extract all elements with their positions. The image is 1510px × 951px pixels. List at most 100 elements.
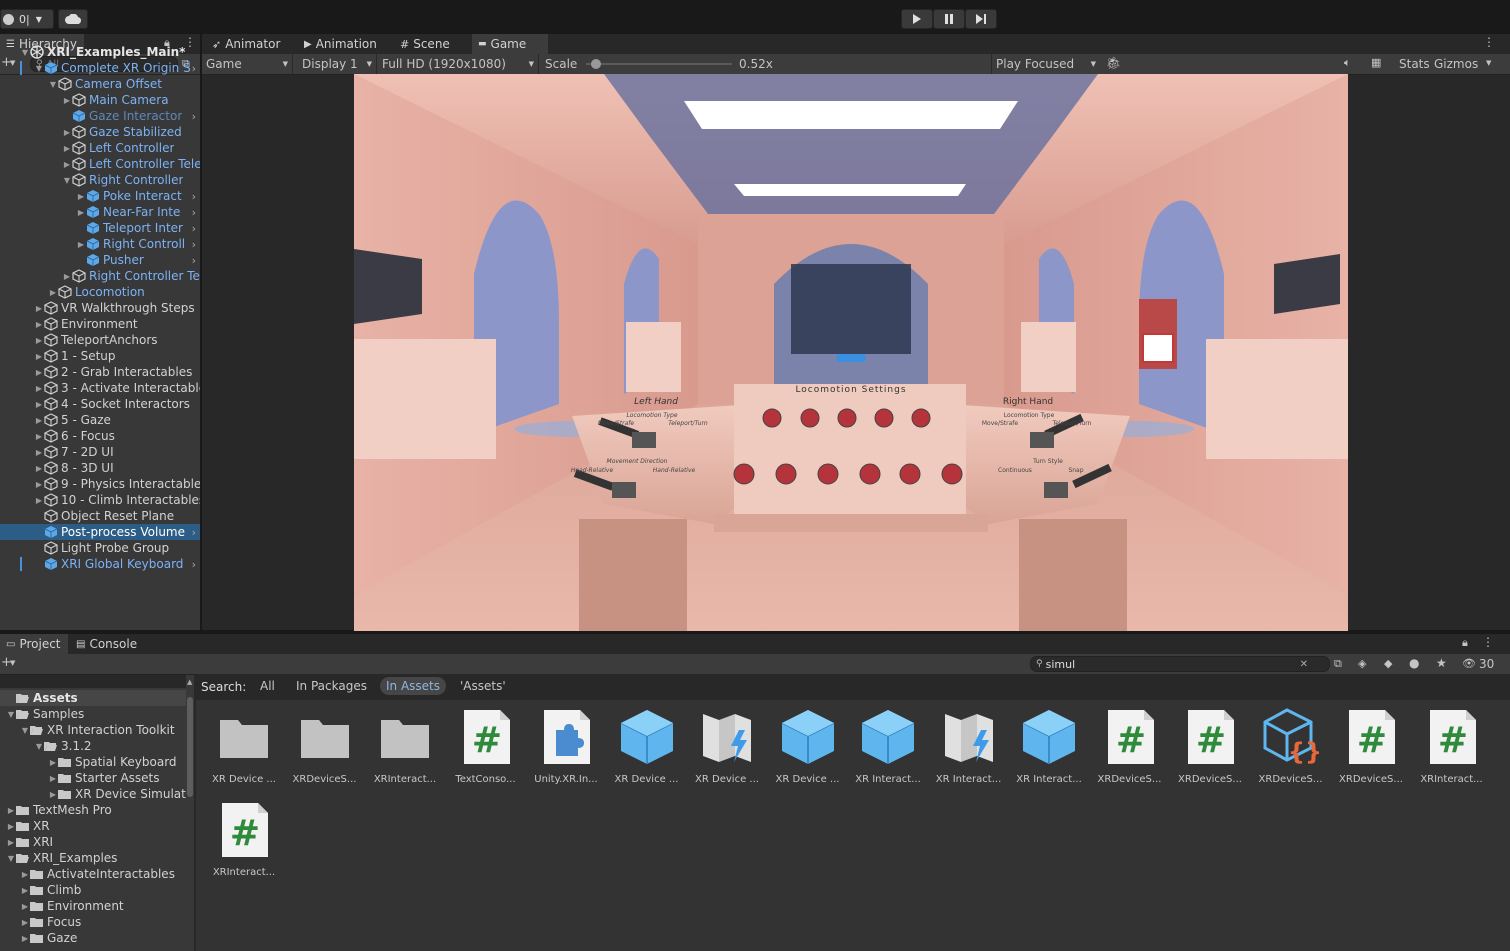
play-mode-dropdown[interactable]: Play Focused ▼ <box>991 54 1100 74</box>
folder-tree-item[interactable]: Assets <box>0 690 186 706</box>
hierarchy-item[interactable]: Object Reset Plane <box>0 508 200 524</box>
hierarchy-item[interactable]: XRI Global Keyboard › <box>0 556 200 572</box>
chevron-right-icon[interactable]: › <box>192 238 196 251</box>
display-dropdown[interactable]: Display 1 ▼ <box>296 54 377 74</box>
star-icon[interactable]: ★ <box>1436 656 1447 670</box>
hierarchy-item[interactable]: ▶ Locomotion <box>0 284 200 300</box>
scroll-up-icon[interactable]: ▲ <box>187 678 192 686</box>
folder-tree-item[interactable]: ▼ XRI_Examples <box>0 850 186 866</box>
folder-tree-item[interactable]: ▶ XR <box>0 818 186 834</box>
hierarchy-item[interactable]: ▶ Right Controller Te <box>0 268 200 284</box>
clear-search-icon[interactable]: ✕ <box>1300 659 1308 670</box>
asset-item[interactable]: XR Device ... <box>768 708 848 785</box>
asset-item[interactable]: # XRInteract... <box>204 801 284 878</box>
hierarchy-item[interactable]: ▼ XRI_Examples_Main* <box>0 44 200 60</box>
tab-game[interactable]: ▬ Game <box>472 34 548 54</box>
keyboard-icon[interactable]: ▦ <box>1371 56 1381 69</box>
search-scope-1[interactable]: In Packages <box>290 677 373 695</box>
hierarchy-item[interactable]: ▶ Near-Far Inte › <box>0 204 200 220</box>
tab-animator[interactable]: ➶ Animator <box>206 34 286 54</box>
expand-right-icon[interactable]: ▶ <box>76 240 86 249</box>
folder-tree-item[interactable]: ▶ Spatial Keyboard <box>0 754 186 770</box>
folder-tree-item[interactable]: ▶ XRI <box>0 834 186 850</box>
expand-right-icon[interactable]: ▶ <box>76 192 86 201</box>
expand-right-icon[interactable]: ▶ <box>34 368 44 377</box>
folder-tree-item[interactable]: ▶ TextMesh Pro <box>0 802 186 818</box>
expand-right-icon[interactable]: ▶ <box>6 838 16 847</box>
tab-animation[interactable]: ▶ Animation <box>298 34 383 54</box>
hierarchy-item[interactable]: ▼ Complete XR Origin S › <box>0 60 200 76</box>
tree-scrollbar-thumb[interactable] <box>187 697 193 797</box>
expand-right-icon[interactable]: ▶ <box>34 448 44 457</box>
chevron-right-icon[interactable]: › <box>192 222 196 235</box>
scale-slider-thumb[interactable] <box>590 59 601 69</box>
account-dropdown[interactable]: 0| ▼ <box>0 9 54 29</box>
expand-right-icon[interactable]: ▶ <box>34 336 44 345</box>
label-icon[interactable]: ◆ <box>1384 657 1392 670</box>
project-search-input[interactable] <box>1045 657 1296 671</box>
tab-project[interactable]: ▭ Project <box>0 634 68 654</box>
bug-icon[interactable]: 🐞︎ <box>1106 56 1121 70</box>
more-icon[interactable]: ⋮ <box>1483 35 1495 49</box>
hierarchy-item[interactable]: Pusher › <box>0 252 200 268</box>
expand-right-icon[interactable]: ▶ <box>34 480 44 489</box>
hierarchy-item[interactable]: ▶ 6 - Focus <box>0 428 200 444</box>
expand-right-icon[interactable]: ▶ <box>34 320 44 329</box>
expand-down-icon[interactable]: ▼ <box>6 710 16 719</box>
expand-right-icon[interactable]: ▶ <box>76 208 86 217</box>
expand-right-icon[interactable]: ▶ <box>20 902 30 911</box>
expand-right-icon[interactable]: ▶ <box>20 886 30 895</box>
expand-right-icon[interactable]: ▶ <box>34 464 44 473</box>
asset-item[interactable]: {} XRDeviceS... <box>1251 708 1331 785</box>
folder-tree-item[interactable]: ▶ Focus <box>0 914 186 930</box>
view-mode-dropdown[interactable]: Game ▼ <box>202 54 293 74</box>
folder-tree-item[interactable]: ▶ Gaze <box>0 930 186 946</box>
expand-right-icon[interactable]: ▶ <box>20 934 30 943</box>
expand-down-icon[interactable]: ▼ <box>34 64 44 73</box>
expand-right-icon[interactable]: ▶ <box>20 870 30 879</box>
hierarchy-item[interactable]: ▶ VR Walkthrough Steps <box>0 300 200 316</box>
play-button[interactable] <box>901 9 933 29</box>
hierarchy-item[interactable]: ▶ Left Controller Tele <box>0 156 200 172</box>
warning-icon[interactable]: ● <box>1409 656 1419 670</box>
hierarchy-item[interactable]: Gaze Interactor › <box>0 108 200 124</box>
resolution-dropdown[interactable]: Full HD (1920x1080) ▼ <box>380 54 539 74</box>
folder-tree-item[interactable]: ▶ Climb <box>0 882 186 898</box>
chevron-right-icon[interactable]: › <box>192 526 196 539</box>
chevron-right-icon[interactable]: › <box>192 190 196 203</box>
hierarchy-item[interactable]: ▼ Right Controller <box>0 172 200 188</box>
hierarchy-item[interactable]: ▶ TeleportAnchors <box>0 332 200 348</box>
asset-item[interactable]: # XRInteract... <box>1412 708 1492 785</box>
expand-right-icon[interactable]: ▶ <box>48 790 58 799</box>
search-options-icon[interactable]: ⧉ <box>1334 657 1342 671</box>
step-button[interactable] <box>965 9 997 29</box>
expand-right-icon[interactable]: ▶ <box>6 806 16 815</box>
search-scope-2[interactable]: In Assets <box>380 677 447 695</box>
filter-type-icon[interactable]: ◈ <box>1358 657 1366 670</box>
hierarchy-item[interactable]: Teleport Inter › <box>0 220 200 236</box>
hierarchy-item[interactable]: ▶ 9 - Physics Interactable <box>0 476 200 492</box>
tree-scrollbar[interactable]: ▲ <box>186 675 194 951</box>
expand-down-icon[interactable]: ▼ <box>20 726 30 735</box>
asset-item[interactable]: XR Device ... <box>687 708 767 785</box>
hierarchy-item[interactable]: ▶ Left Controller <box>0 140 200 156</box>
expand-down-icon[interactable]: ▼ <box>6 854 16 863</box>
expand-right-icon[interactable]: ▶ <box>34 496 44 505</box>
folder-tree-item[interactable]: ▼ XR Interaction Toolkit <box>0 722 186 738</box>
asset-item[interactable]: XR Device ... <box>607 708 687 785</box>
tab-scene[interactable]: # Scene <box>394 34 456 54</box>
hierarchy-item[interactable]: Light Probe Group <box>0 540 200 556</box>
tab-console[interactable]: ▤ Console <box>70 634 143 654</box>
asset-item[interactable]: # TextConso... <box>446 708 526 785</box>
expand-right-icon[interactable]: ▶ <box>62 144 72 153</box>
asset-item[interactable]: XR Interact... <box>848 708 928 785</box>
folder-tree-item[interactable]: ▶ Starter Assets <box>0 770 186 786</box>
hierarchy-item[interactable]: ▶ 2 - Grab Interactables <box>0 364 200 380</box>
chevron-right-icon[interactable]: › <box>192 62 196 75</box>
more-icon[interactable]: ⋮ <box>1482 635 1494 649</box>
asset-item[interactable]: Unity.XR.In... <box>526 708 606 785</box>
expand-right-icon[interactable]: ▶ <box>34 304 44 313</box>
chevron-right-icon[interactable]: › <box>192 254 196 267</box>
expand-right-icon[interactable]: ▶ <box>34 432 44 441</box>
expand-right-icon[interactable]: ▶ <box>48 758 58 767</box>
